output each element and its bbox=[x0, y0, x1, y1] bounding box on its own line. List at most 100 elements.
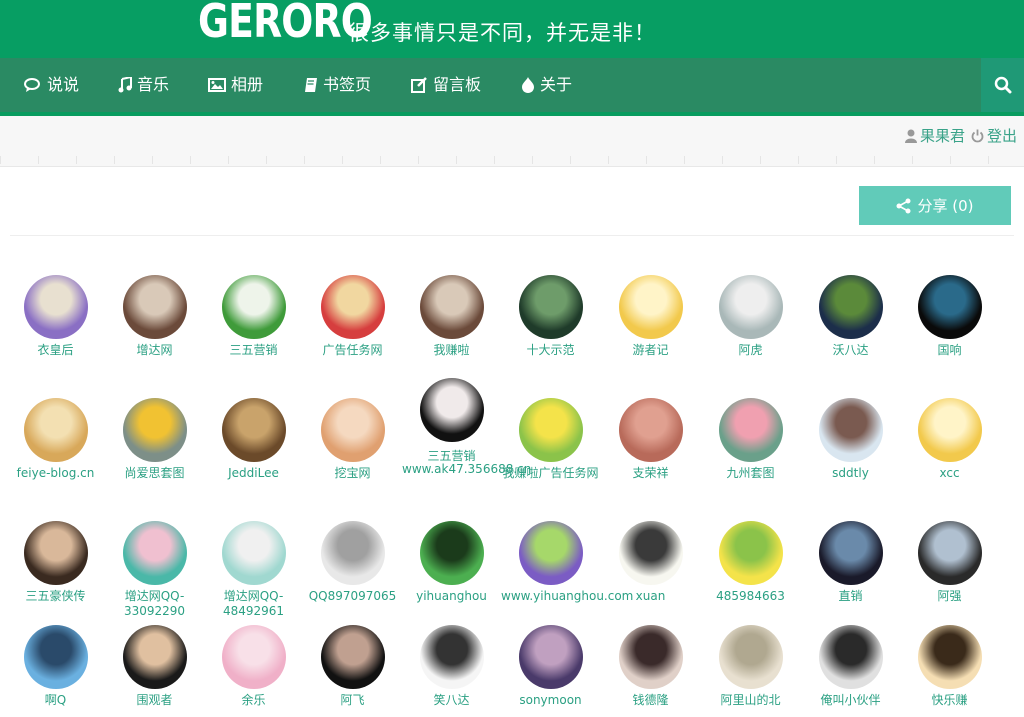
friend-avatar[interactable] bbox=[419, 521, 484, 585]
friend-avatar[interactable] bbox=[518, 398, 583, 462]
nav-item-music[interactable]: 音乐 bbox=[118, 58, 169, 112]
friend-link[interactable]: 国响 bbox=[900, 275, 999, 358]
nav-item-shuoshuo[interactable]: 说说 bbox=[24, 58, 79, 112]
friend-link[interactable]: 挖宝网 bbox=[303, 398, 402, 481]
friend-avatar[interactable] bbox=[419, 378, 484, 442]
friend-name[interactable]: 俺叫小伙伴 bbox=[801, 693, 900, 708]
friend-name[interactable]: 增达网 bbox=[105, 343, 204, 358]
friend-link[interactable]: xcc bbox=[900, 398, 999, 481]
friend-link[interactable]: 阿虎 bbox=[701, 275, 800, 358]
friend-name[interactable]: 余乐 bbox=[204, 693, 303, 708]
search-button[interactable] bbox=[981, 58, 1024, 112]
friend-name[interactable]: 增达网QQ-33092290 bbox=[120, 589, 190, 619]
friend-link[interactable]: 阿里山的北 bbox=[701, 625, 800, 708]
friend-name[interactable]: 阿虎 bbox=[701, 343, 800, 358]
friend-link[interactable]: yihuanghou bbox=[402, 521, 501, 604]
friend-avatar[interactable] bbox=[221, 398, 286, 462]
friend-avatar[interactable] bbox=[917, 521, 982, 585]
friend-avatar[interactable] bbox=[618, 398, 683, 462]
nav-item-bookmarks[interactable]: 书签页 bbox=[304, 58, 371, 112]
friend-link[interactable]: 三五营销 bbox=[204, 275, 303, 358]
friend-link[interactable]: 三五豪侠传 bbox=[6, 521, 105, 604]
friend-link[interactable]: JeddiLee bbox=[204, 398, 303, 481]
friend-link[interactable]: 增达网QQ-48492961 bbox=[204, 521, 303, 619]
friend-name[interactable]: 钱德隆 bbox=[601, 693, 700, 708]
friend-avatar[interactable] bbox=[818, 521, 883, 585]
friend-avatar[interactable] bbox=[320, 275, 385, 339]
friend-name[interactable]: 围观者 bbox=[105, 693, 204, 708]
friend-avatar[interactable] bbox=[618, 521, 683, 585]
friend-avatar[interactable] bbox=[818, 398, 883, 462]
friend-avatar[interactable] bbox=[618, 275, 683, 339]
friend-avatar[interactable] bbox=[221, 275, 286, 339]
friend-name[interactable]: 十大示范 bbox=[501, 343, 600, 358]
friend-avatar[interactable] bbox=[23, 521, 88, 585]
friend-link[interactable]: www.ak47.356688.cn bbox=[402, 462, 531, 477]
friend-avatar[interactable] bbox=[917, 625, 982, 689]
friend-name[interactable]: QQ897097065 bbox=[303, 589, 402, 604]
friend-avatar[interactable] bbox=[718, 625, 783, 689]
friend-link[interactable]: 增达网QQ-33092290 bbox=[105, 521, 204, 619]
friend-name[interactable]: 三五营销 bbox=[204, 343, 303, 358]
friend-name[interactable]: www.yihuanghou.com bbox=[501, 589, 633, 604]
friend-name[interactable]: 啊Q bbox=[6, 693, 105, 708]
friend-link[interactable]: 沃八达 bbox=[801, 275, 900, 358]
friend-avatar[interactable] bbox=[221, 625, 286, 689]
friend-avatar[interactable] bbox=[122, 521, 187, 585]
friend-name[interactable]: 游者记 bbox=[601, 343, 700, 358]
friend-name[interactable]: 我赚啦广告任务网 bbox=[501, 466, 600, 481]
friend-avatar[interactable] bbox=[23, 275, 88, 339]
nav-item-album[interactable]: 相册 bbox=[208, 58, 263, 112]
friend-link[interactable]: 衣皇后 bbox=[6, 275, 105, 358]
friend-avatar[interactable] bbox=[320, 398, 385, 462]
friend-link[interactable]: 啊Q bbox=[6, 625, 105, 708]
friend-avatar[interactable] bbox=[818, 275, 883, 339]
friend-link[interactable]: 笑八达 bbox=[402, 625, 501, 708]
friend-link[interactable]: 增达网 bbox=[105, 275, 204, 358]
friend-link[interactable]: 阿强 bbox=[900, 521, 999, 604]
friend-avatar[interactable] bbox=[23, 398, 88, 462]
friend-name[interactable]: 我赚啦 bbox=[402, 343, 501, 358]
friend-link[interactable]: 十大示范 bbox=[501, 275, 600, 358]
friend-avatar[interactable] bbox=[818, 625, 883, 689]
friend-link[interactable]: sddtly bbox=[801, 398, 900, 481]
friend-avatar[interactable] bbox=[122, 275, 187, 339]
friend-link[interactable]: 钱德隆 bbox=[601, 625, 700, 708]
friend-name[interactable]: 阿飞 bbox=[303, 693, 402, 708]
friend-name[interactable]: xcc bbox=[900, 466, 999, 481]
friend-name[interactable]: 广告任务网 bbox=[303, 343, 402, 358]
friend-name[interactable]: 485984663 bbox=[701, 589, 800, 604]
friend-avatar[interactable] bbox=[419, 275, 484, 339]
friend-name[interactable]: 增达网QQ-48492961 bbox=[219, 589, 289, 619]
friend-name[interactable]: 快乐赚 bbox=[900, 693, 999, 708]
friend-name[interactable]: 国响 bbox=[900, 343, 999, 358]
friend-link[interactable]: 直销 bbox=[801, 521, 900, 604]
friend-name[interactable]: 尚爱思套图 bbox=[105, 466, 204, 481]
friend-link[interactable]: 快乐赚 bbox=[900, 625, 999, 708]
friend-avatar[interactable] bbox=[122, 625, 187, 689]
friend-avatar[interactable] bbox=[718, 521, 783, 585]
friend-name[interactable]: 沃八达 bbox=[801, 343, 900, 358]
friend-link[interactable]: QQ897097065 bbox=[303, 521, 402, 604]
friend-link[interactable]: 广告任务网 bbox=[303, 275, 402, 358]
friend-name[interactable]: 九州套图 bbox=[701, 466, 800, 481]
friend-avatar[interactable] bbox=[917, 398, 982, 462]
friend-avatar[interactable] bbox=[518, 275, 583, 339]
friend-avatar[interactable] bbox=[518, 521, 583, 585]
friend-link[interactable]: sonymoon bbox=[501, 625, 600, 708]
friend-link[interactable]: 我赚啦广告任务网 bbox=[501, 398, 600, 481]
friend-link[interactable]: 围观者 bbox=[105, 625, 204, 708]
friend-link[interactable]: 尚爱思套图 bbox=[105, 398, 204, 481]
friend-link[interactable]: 俺叫小伙伴 bbox=[801, 625, 900, 708]
user-profile-link[interactable]: 果果君 bbox=[905, 125, 965, 146]
friend-avatar[interactable] bbox=[718, 275, 783, 339]
friend-avatar[interactable] bbox=[23, 625, 88, 689]
friend-avatar[interactable] bbox=[618, 625, 683, 689]
friend-name[interactable]: 直销 bbox=[801, 589, 900, 604]
share-button[interactable]: 分享 (0) bbox=[859, 186, 1011, 225]
friend-name[interactable]: 阿里山的北 bbox=[701, 693, 800, 708]
friend-link[interactable]: 支荣祥 bbox=[601, 398, 700, 481]
logout-link[interactable]: 登出 bbox=[971, 125, 1017, 146]
friend-name[interactable]: sonymoon bbox=[501, 693, 600, 708]
friend-name[interactable]: www.ak47.356688.cn bbox=[402, 462, 531, 477]
